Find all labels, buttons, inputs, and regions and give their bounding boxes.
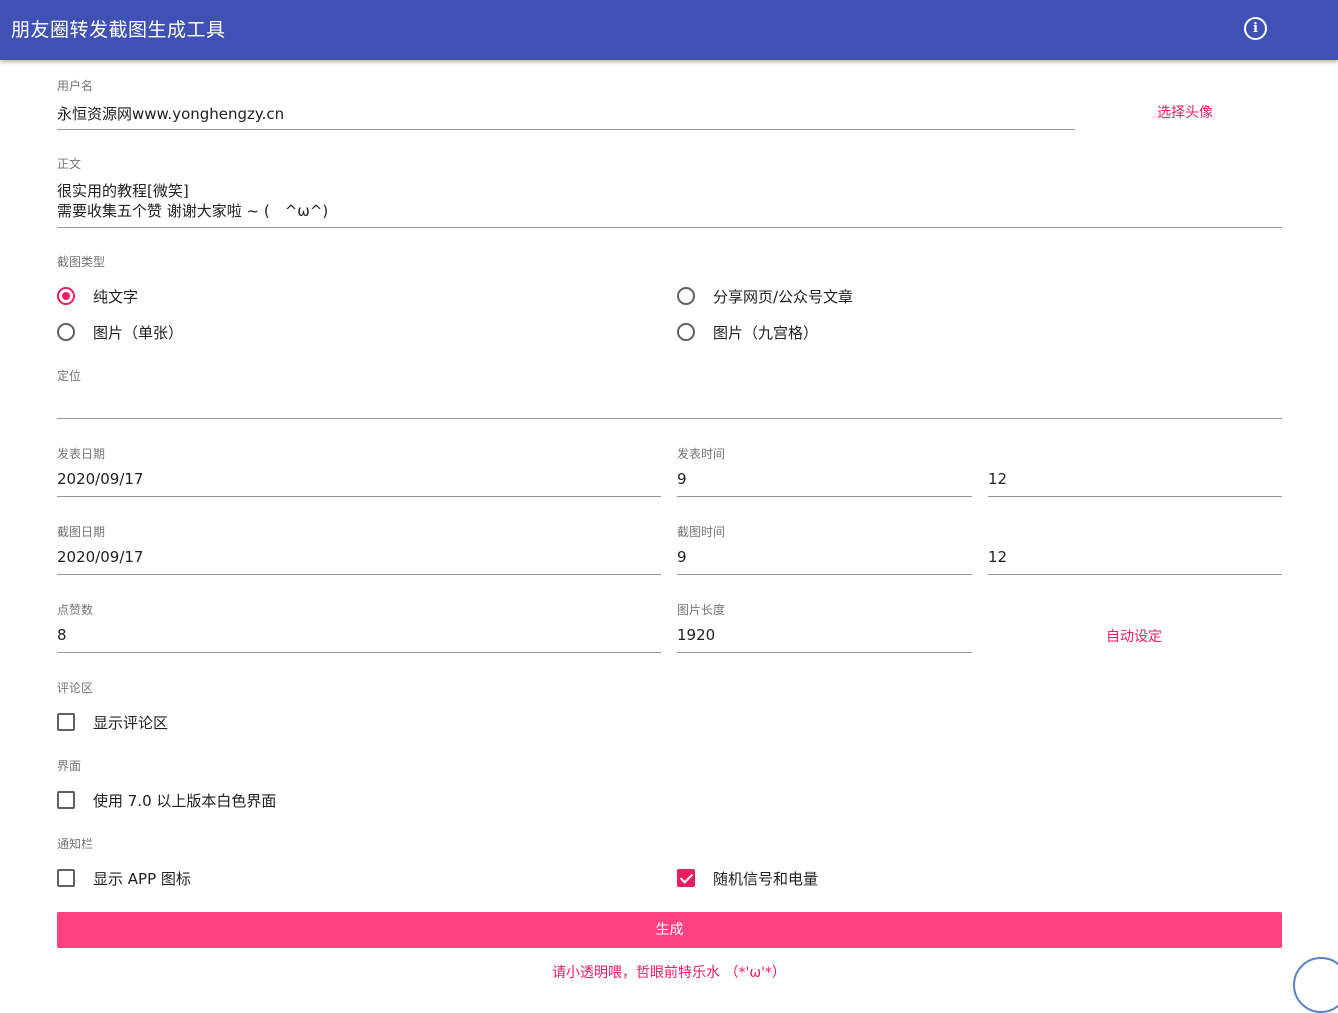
show-app-icon-label[interactable]: 显示 APP 图标: [93, 868, 191, 889]
radio-single-image[interactable]: [57, 323, 75, 341]
show-comments-checkbox[interactable]: [57, 713, 75, 731]
shot-minute-input[interactable]: 12: [988, 548, 1007, 566]
white-ui-checkbox[interactable]: [57, 791, 75, 809]
shot-date-input[interactable]: 2020/09/17: [57, 548, 143, 566]
username-label: 用户名: [57, 79, 94, 93]
footer-text: 请小透明喂，哲眼前特乐水 （*'ω'*）: [552, 965, 786, 981]
image-length-label: 图片长度: [677, 603, 726, 617]
info-icon[interactable]: i: [1244, 17, 1267, 40]
radio-single-image-label[interactable]: 图片（单张）: [93, 322, 183, 343]
choose-avatar-button[interactable]: 选择头像: [1157, 102, 1213, 122]
app-bar: 朋友圈转发截图生成工具 i: [0, 0, 1338, 60]
likes-input[interactable]: 8: [57, 626, 67, 644]
image-length-underline: [677, 652, 972, 653]
image-length-input[interactable]: 1920: [677, 626, 715, 644]
radio-nine-grid[interactable]: [677, 323, 695, 341]
username-input[interactable]: 永恒资源网www.yonghengzy.cn: [57, 103, 284, 124]
notification-label: 通知栏: [57, 837, 94, 851]
body-underline: [57, 227, 1282, 228]
shot-hour-input[interactable]: 9: [677, 548, 687, 566]
body-label: 正文: [57, 157, 82, 171]
auto-set-button[interactable]: 自动设定: [1106, 626, 1162, 646]
post-minute-underline: [988, 496, 1282, 497]
post-minute-input[interactable]: 12: [988, 470, 1007, 488]
comments-label: 评论区: [57, 681, 94, 695]
radio-share-article[interactable]: [677, 287, 695, 305]
white-ui-label[interactable]: 使用 7.0 以上版本白色界面: [93, 790, 276, 811]
random-signal-checkbox[interactable]: [677, 869, 695, 887]
post-date-label: 发表日期: [57, 447, 106, 461]
post-date-underline: [57, 496, 661, 497]
floating-action-button[interactable]: [1293, 957, 1338, 1013]
screenshot-type-label: 截图类型: [57, 255, 106, 269]
likes-underline: [57, 652, 661, 653]
location-input[interactable]: [57, 393, 1282, 415]
body-text-line-1[interactable]: 很实用的教程[微笑]: [57, 180, 189, 201]
shot-minute-underline: [988, 574, 1282, 575]
location-underline: [57, 418, 1282, 419]
radio-nine-grid-label[interactable]: 图片（九宫格）: [713, 322, 818, 343]
radio-share-article-label[interactable]: 分享网页/公众号文章: [713, 286, 853, 307]
post-time-label: 发表时间: [677, 447, 726, 461]
post-date-input[interactable]: 2020/09/17: [57, 470, 143, 488]
shot-hour-underline: [677, 574, 972, 575]
body-text-line-2[interactable]: 需要收集五个赞 谢谢大家啦 ~ ( ^ω^): [57, 200, 328, 221]
post-hour-underline: [677, 496, 972, 497]
location-label: 定位: [57, 369, 82, 383]
show-comments-label[interactable]: 显示评论区: [93, 712, 168, 733]
generate-button[interactable]: 生成: [57, 912, 1282, 948]
shot-date-label: 截图日期: [57, 525, 106, 539]
show-app-icon-checkbox[interactable]: [57, 869, 75, 887]
shot-date-underline: [57, 574, 661, 575]
ui-label: 界面: [57, 759, 82, 773]
radio-text-only-label[interactable]: 纯文字: [93, 286, 138, 307]
app-title: 朋友圈转发截图生成工具: [11, 19, 226, 41]
post-hour-input[interactable]: 9: [677, 470, 687, 488]
shot-time-label: 截图时间: [677, 525, 726, 539]
likes-label: 点赞数: [57, 603, 94, 617]
random-signal-label[interactable]: 随机信号和电量: [713, 868, 818, 889]
username-underline: [57, 129, 1075, 130]
radio-text-only[interactable]: [57, 287, 75, 305]
